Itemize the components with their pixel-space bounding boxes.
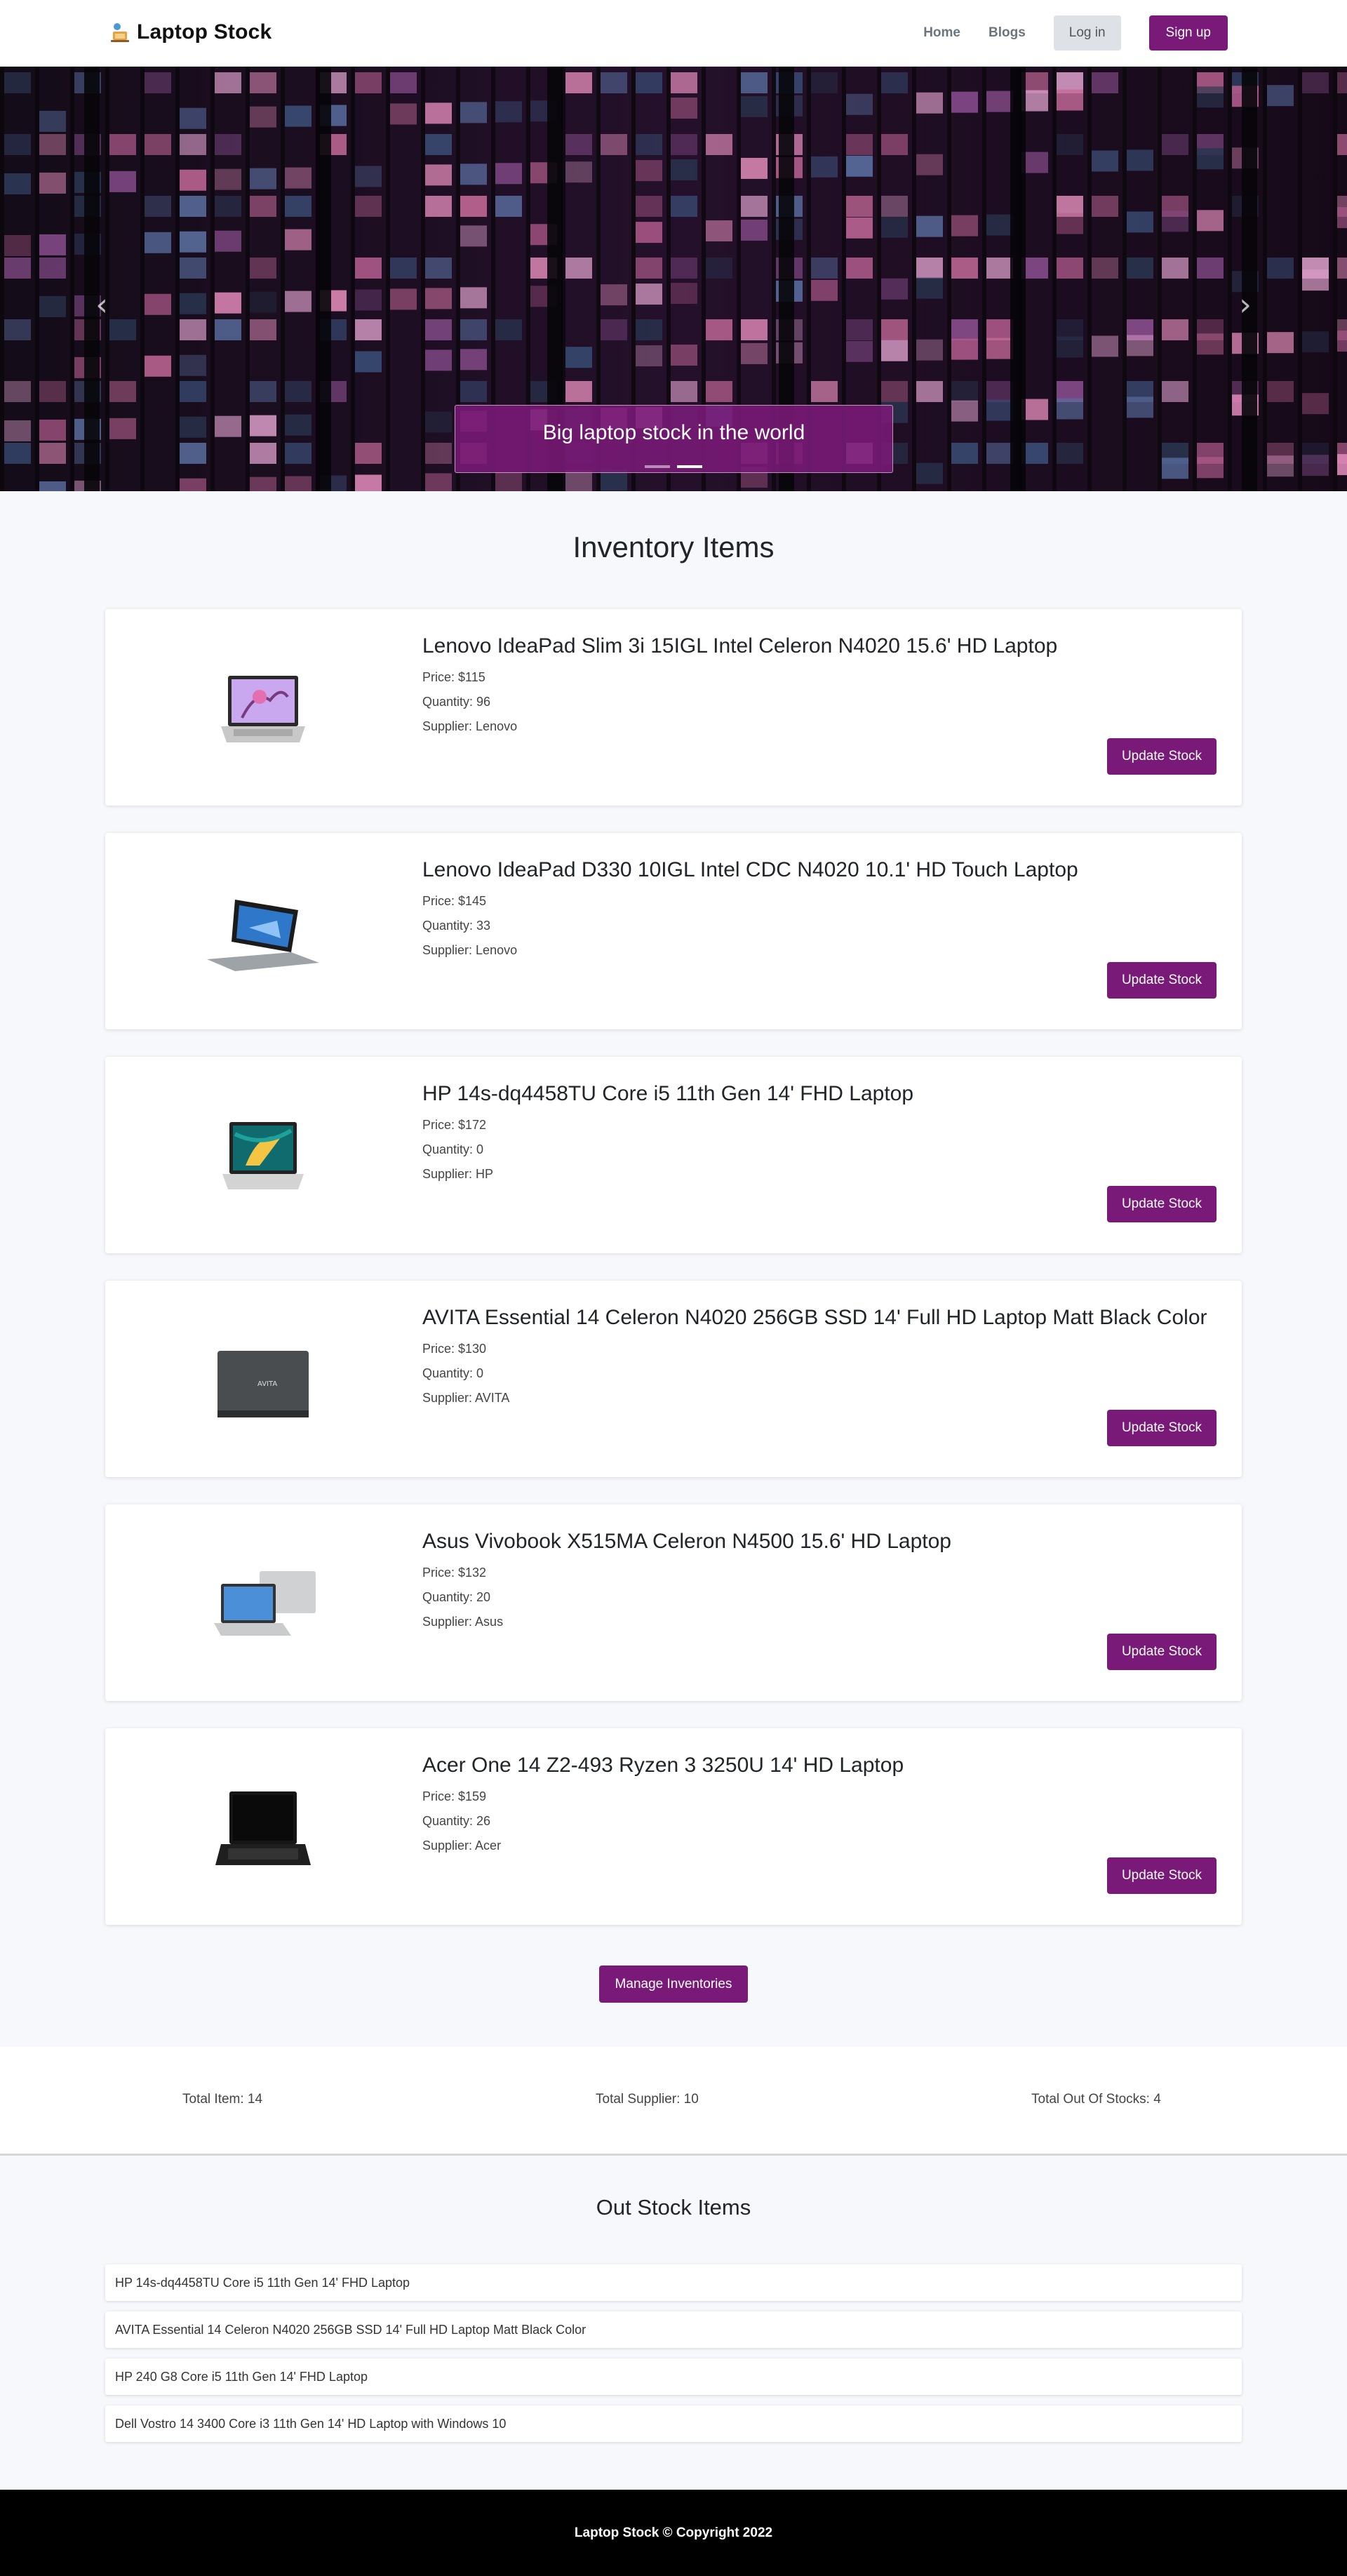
product-quantity: Quantity: 0 — [422, 1366, 484, 1380]
product-price: Price: $159 — [422, 1789, 487, 1803]
inventory-title: Inventory Items — [572, 530, 775, 563]
update-stock-button[interactable]: Update Stock — [1107, 1410, 1217, 1446]
product-supplier: Supplier: Lenovo — [422, 719, 518, 733]
out-stock-title: Out Stock Items — [596, 2195, 751, 2220]
product-supplier: Supplier: Lenovo — [422, 943, 518, 957]
inventory-card: AVITA AVITA Essential 14 Celeron N4020 25… — [105, 1281, 1242, 1477]
login-button[interactable]: Log in — [1053, 15, 1121, 51]
laptop-teal-screen-icon — [222, 1122, 304, 1189]
update-stock-button[interactable]: Update Stock — [1107, 738, 1217, 775]
carousel-next-icon[interactable]: › — [1231, 284, 1259, 326]
laptop-closed-lid-icon: AVITA — [217, 1351, 309, 1417]
product-supplier: Supplier: AVITA — [422, 1391, 510, 1405]
product-name: Lenovo IdeaPad D330 10IGL Intel CDC N402… — [422, 858, 1078, 881]
out-stock-item: HP 240 G8 Core i5 11th Gen 14' FHD Lapto… — [105, 2358, 1242, 2395]
hero-carousel: ‹ › Big laptop stock in the world — [0, 67, 1347, 491]
stat-total-supplier: Total Supplier: 10 — [596, 2092, 699, 2107]
inventory-card: Lenovo IdeaPad Slim 3i 15IGL Intel Celer… — [105, 609, 1242, 806]
navbar: Laptop Stock Home Blogs Log in Sign up — [0, 0, 1347, 67]
nav-link-home[interactable]: Home — [923, 25, 960, 41]
laptop-convertible-icon — [207, 900, 319, 971]
product-name: Acer One 14 Z2-493 Ryzen 3 3250U 14' HD … — [422, 1754, 904, 1777]
footer-copyright: Laptop Stock © Copyright 2022 — [574, 2525, 773, 2540]
inventory-card: Acer One 14 Z2-493 Ryzen 3 3250U 14' HD … — [105, 1728, 1242, 1925]
brand-link[interactable]: Laptop Stock — [109, 17, 272, 48]
manage-inventories-button[interactable]: Manage Inventories — [599, 1966, 748, 2003]
product-supplier: Supplier: HP — [422, 1167, 494, 1181]
product-quantity: Quantity: 26 — [422, 1814, 491, 1828]
product-quantity: Quantity: 0 — [422, 1142, 484, 1156]
nav-links: Home Blogs Log in Sign up — [923, 15, 1228, 51]
inventory-card: HP 14s-dq4458TU Core i5 11th Gen 14' FHD… — [105, 1057, 1242, 1253]
out-stock-item: Dell Vostro 14 3400 Core i3 11th Gen 14'… — [105, 2405, 1242, 2442]
product-name: Lenovo IdeaPad Slim 3i 15IGL Intel Celer… — [422, 634, 1058, 658]
product-supplier: Supplier: Acer — [422, 1838, 502, 1853]
inventory-card: Lenovo IdeaPad D330 10IGL Intel CDC N402… — [105, 833, 1242, 1029]
brand-name: Laptop Stock — [137, 20, 272, 44]
carousel-indicator-1[interactable] — [645, 465, 670, 468]
product-price: Price: $130 — [422, 1342, 487, 1356]
product-name: HP 14s-dq4458TU Core i5 11th Gen 14' FHD… — [422, 1082, 914, 1105]
out-stock-item: AVITA Essential 14 Celeron N4020 256GB S… — [105, 2311, 1242, 2348]
update-stock-button[interactable]: Update Stock — [1107, 962, 1217, 999]
product-name: AVITA Essential 14 Celeron N4020 256GB S… — [422, 1306, 1207, 1329]
update-stock-button[interactable]: Update Stock — [1107, 1857, 1217, 1894]
footer: Laptop Stock © Copyright 2022 — [0, 2490, 1347, 2576]
out-stock-item: HP 14s-dq4458TU Core i5 11th Gen 14' FHD… — [105, 2264, 1242, 2301]
stat-total-out-of-stock: Total Out Of Stocks: 4 — [1031, 2092, 1161, 2107]
nav-link-blogs[interactable]: Blogs — [989, 25, 1026, 41]
update-stock-button[interactable]: Update Stock — [1107, 1186, 1217, 1222]
product-price: Price: $145 — [422, 894, 487, 908]
update-stock-button[interactable]: Update Stock — [1107, 1634, 1217, 1670]
laptop-logo-icon — [111, 23, 129, 42]
product-quantity: Quantity: 96 — [422, 695, 491, 709]
product-quantity: Quantity: 20 — [422, 1590, 491, 1604]
svg-text:AVITA: AVITA — [257, 1380, 277, 1388]
product-quantity: Quantity: 33 — [422, 919, 491, 933]
product-price: Price: $132 — [422, 1566, 487, 1580]
inventory-card: Asus Vivobook X515MA Celeron N4500 15.6'… — [105, 1504, 1242, 1701]
signup-button[interactable]: Sign up — [1148, 15, 1228, 51]
carousel-indicators — [0, 465, 1347, 468]
product-price: Price: $115 — [422, 670, 485, 684]
product-supplier: Supplier: Asus — [422, 1615, 504, 1629]
carousel-prev-icon[interactable]: ‹ — [88, 284, 116, 326]
product-price: Price: $172 — [422, 1118, 487, 1132]
laptop-silver-open-icon — [221, 676, 305, 742]
stat-total-item: Total Item: 14 — [182, 2092, 263, 2107]
product-name: Asus Vivobook X515MA Celeron N4500 15.6'… — [422, 1530, 951, 1553]
stats-bar: Total Item: 14 Total Supplier: 10 Total … — [0, 2047, 1347, 2156]
carousel-indicator-2[interactable] — [677, 465, 702, 468]
hero-caption: Big laptop stock in the world — [455, 405, 893, 473]
laptop-black-icon — [215, 1791, 311, 1865]
laptop-front-back-icon — [214, 1571, 316, 1636]
